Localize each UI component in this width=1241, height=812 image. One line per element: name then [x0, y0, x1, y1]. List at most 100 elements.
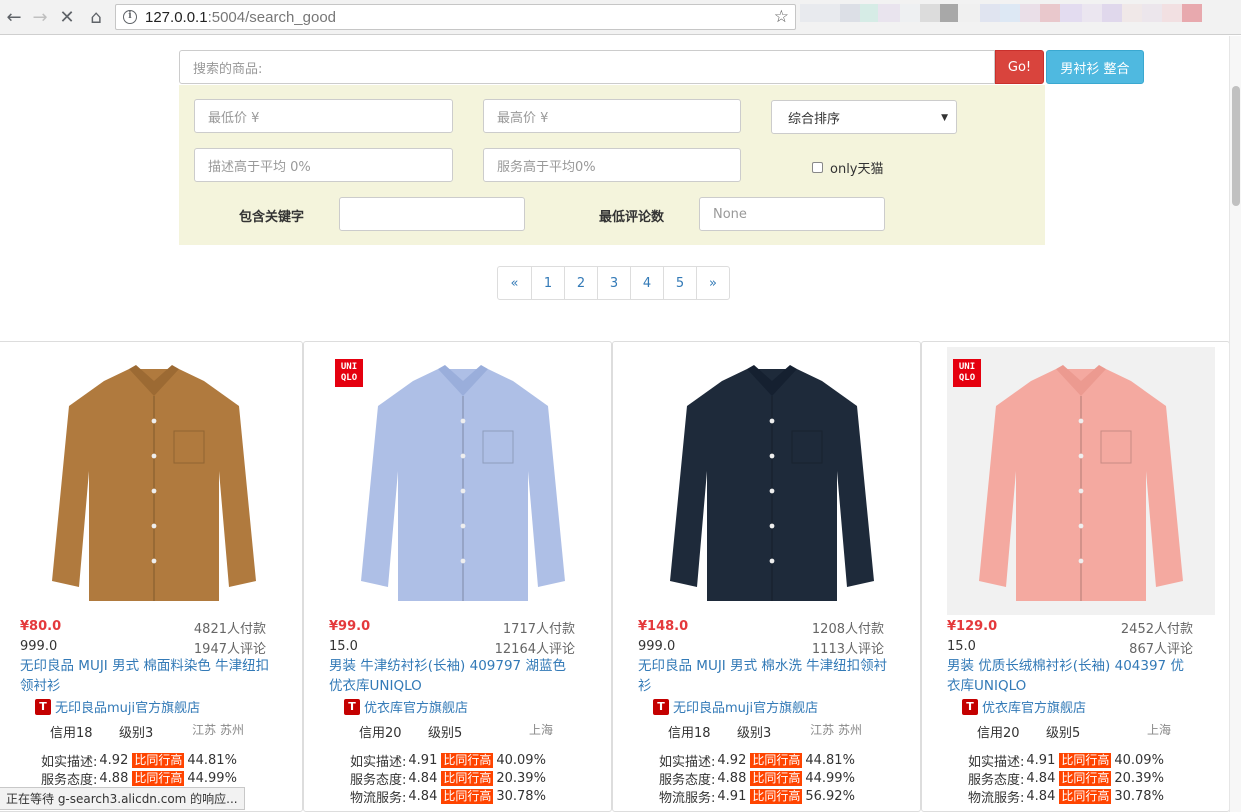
back-arrow-icon[interactable]: ← — [2, 6, 26, 28]
page-prev[interactable]: « — [498, 267, 531, 299]
product-card[interactable]: ¥80.0 4821人付款 999.0 1947人评论 无印良品 MUJI 男式… — [0, 341, 303, 812]
score-value: 4.84 — [1026, 771, 1056, 786]
credit-value: 信用20 — [359, 726, 402, 741]
max-price-input[interactable]: 最高价 ¥ — [483, 99, 741, 133]
score-label: 如实描述: — [659, 755, 716, 770]
score-row: 如实描述: 4.92 比同行高 44.81% — [659, 751, 855, 770]
shop-name[interactable]: 无印良品muji官方旗舰店 — [55, 697, 200, 716]
comment-count: 867人评论 — [1129, 642, 1193, 657]
shop-link[interactable]: T 优衣库官方旗舰店 — [962, 697, 1086, 716]
product-title-link[interactable]: 男装 牛津纺衬衫(长袖) 409797 湖蓝色 优衣库UNIQLO — [329, 656, 579, 696]
product-image[interactable] — [329, 347, 597, 615]
keyword-input[interactable] — [339, 197, 525, 231]
compare-badge: 比同行高 — [132, 753, 185, 768]
score-percent: 40.09% — [1114, 753, 1164, 768]
product-title-link[interactable]: 无印良品 MUJI 男式 棉水洗 牛津纽扣领衬衫 — [638, 656, 888, 696]
shop-name[interactable]: 优衣库官方旗舰店 — [982, 697, 1086, 716]
page-4[interactable]: 4 — [630, 267, 663, 299]
description-score-input[interactable]: 描述高于平均 0% — [194, 148, 453, 182]
service-score-input[interactable]: 服务高于平均0% — [483, 148, 741, 182]
credit-value: 信用18 — [50, 726, 93, 741]
score-value: 4.91 — [1026, 753, 1056, 768]
address-bar[interactable]: i 127.0.0.1:5004/search_good ☆ — [115, 4, 796, 30]
home-icon[interactable]: ⌂ — [84, 6, 108, 28]
blurred-bookmarks-strip — [800, 4, 1241, 22]
sort-select[interactable]: 综合排序 ▼ — [771, 100, 957, 134]
search-input[interactable]: 搜索的商品: — [179, 50, 995, 84]
page-scrollbar[interactable] — [1229, 36, 1241, 812]
product-price: ¥99.0 — [329, 619, 371, 634]
compare-badge: 比同行高 — [750, 789, 803, 804]
checkbox-box[interactable] — [812, 162, 823, 173]
product-card[interactable]: ¥148.0 1208人付款 999.0 1113人评论 无印良品 MUJI 男… — [612, 341, 921, 812]
score-value: 4.91 — [408, 753, 438, 768]
page-3[interactable]: 3 — [597, 267, 630, 299]
filter-panel: 最低价 ¥ 最高价 ¥ 综合排序 ▼ 描述高于平均 0% 服务高于平均0% on… — [179, 85, 1045, 245]
product-number: 15.0 — [329, 639, 358, 654]
product-price: ¥129.0 — [947, 619, 998, 634]
score-percent: 44.81% — [805, 753, 855, 768]
go-button[interactable]: Go! — [995, 50, 1044, 84]
shop-name[interactable]: 优衣库官方旗舰店 — [364, 697, 468, 716]
tmall-icon: T — [653, 698, 669, 715]
score-label: 服务态度: — [41, 773, 98, 788]
browser-status-bar: 正在等待 g-search3.alicdn.com 的响应... — [0, 787, 245, 810]
category-merge-button[interactable]: 男衬衫 整合 — [1046, 50, 1144, 84]
product-image[interactable] — [947, 347, 1215, 615]
score-row: 服务态度: 4.84 比同行高 20.39% — [350, 769, 546, 788]
score-row: 物流服务: 4.91 比同行高 56.92% — [659, 787, 855, 806]
product-number: 999.0 — [20, 639, 58, 654]
shop-link[interactable]: T 无印良品muji官方旗舰店 — [653, 697, 818, 716]
product-price: ¥148.0 — [638, 619, 689, 634]
product-image[interactable] — [638, 347, 906, 615]
shop-link[interactable]: T 无印良品muji官方旗舰店 — [35, 697, 200, 716]
score-row: 服务态度: 4.88 比同行高 44.99% — [659, 769, 855, 788]
product-image[interactable] — [20, 347, 288, 615]
min-price-input[interactable]: 最低价 ¥ — [194, 99, 453, 133]
score-percent: 20.39% — [1114, 771, 1164, 786]
score-label: 如实描述: — [968, 755, 1025, 770]
shop-link[interactable]: T 优衣库官方旗舰店 — [344, 697, 468, 716]
min-comments-input[interactable]: None — [699, 197, 885, 231]
product-title-link[interactable]: 男装 优质长绒棉衬衫(长袖) 404397 优衣库UNIQLO — [947, 656, 1197, 696]
compare-badge: 比同行高 — [1059, 789, 1112, 804]
page-1[interactable]: 1 — [531, 267, 564, 299]
score-value: 4.84 — [1026, 789, 1056, 804]
scrollbar-thumb[interactable] — [1232, 86, 1240, 206]
score-row: 如实描述: 4.91 比同行高 40.09% — [350, 751, 546, 770]
only-tmall-checkbox[interactable]: only天猫 — [812, 158, 884, 177]
tmall-icon: T — [962, 698, 978, 715]
shop-name[interactable]: 无印良品muji官方旗舰店 — [673, 697, 818, 716]
page-next[interactable]: » — [696, 267, 729, 299]
tmall-icon: T — [344, 698, 360, 715]
score-row: 服务态度: 4.88 比同行高 44.99% — [41, 769, 237, 788]
score-percent: 20.39% — [496, 771, 546, 786]
score-value: 4.84 — [408, 789, 438, 804]
credit-value: 信用20 — [977, 726, 1020, 741]
page-5[interactable]: 5 — [663, 267, 696, 299]
product-card[interactable]: UNI QLO ¥99.0 1717人付款 15.0 12164人评论 男装 牛… — [303, 341, 612, 812]
score-value: 4.92 — [717, 753, 747, 768]
bookmark-star-icon[interactable]: ☆ — [774, 7, 789, 27]
product-number: 999.0 — [638, 639, 676, 654]
level-value: 级别3 — [737, 726, 772, 741]
comment-count: 1113人评论 — [811, 642, 884, 657]
compare-badge: 比同行高 — [750, 753, 803, 768]
score-value: 4.88 — [717, 771, 747, 786]
level-value: 级别3 — [119, 726, 154, 741]
compare-badge: 比同行高 — [441, 771, 494, 786]
product-price: ¥80.0 — [20, 619, 62, 634]
score-percent: 44.99% — [805, 771, 855, 786]
comment-count: 12164人评论 — [494, 642, 575, 657]
product-title-link[interactable]: 无印良品 MUJI 男式 棉面料染色 牛津纽扣领衬衫 — [20, 656, 270, 696]
stop-loading-icon[interactable]: ✕ — [55, 6, 79, 28]
score-percent: 56.92% — [805, 789, 855, 804]
buyer-count: 4821人付款 — [193, 622, 266, 637]
score-label: 物流服务: — [350, 791, 407, 806]
site-info-icon[interactable]: i — [123, 10, 137, 24]
compare-badge: 比同行高 — [441, 789, 494, 804]
forward-arrow-icon[interactable]: → — [28, 6, 52, 28]
score-row: 物流服务: 4.84 比同行高 30.78% — [350, 787, 546, 806]
product-card[interactable]: UNI QLO ¥129.0 2452人付款 15.0 867人评论 男装 优质… — [921, 341, 1230, 812]
page-2[interactable]: 2 — [564, 267, 597, 299]
